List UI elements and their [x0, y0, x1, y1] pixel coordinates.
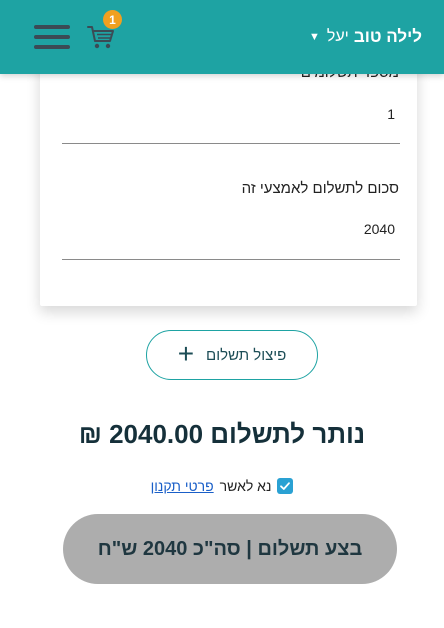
- installments-underline: [62, 143, 400, 144]
- amount-value[interactable]: 2040: [364, 221, 395, 237]
- top-app-bar: 1 לילה טוב יעל ▼: [0, 0, 444, 74]
- greeting-text: לילה טוב: [353, 27, 422, 46]
- terms-checkbox[interactable]: [277, 478, 294, 494]
- terms-agreement: נא לאשר פרטי תקנון: [0, 478, 444, 494]
- checkmark-icon: [280, 482, 291, 490]
- hamburger-icon[interactable]: [34, 25, 70, 49]
- remaining-to-pay: נותר לתשלום 2040.00 ₪: [78, 419, 366, 449]
- chevron-down-icon: ▼: [309, 31, 320, 43]
- terms-prefix: נא לאשר: [219, 478, 272, 494]
- amount-label: סכום לתשלום לאמצעי זה: [241, 180, 399, 197]
- user-name: יעל: [326, 28, 349, 45]
- header-actions: 1: [34, 10, 122, 52]
- cart-count-badge: 1: [103, 10, 122, 29]
- terms-link[interactable]: פרטי תקנון: [151, 478, 214, 494]
- user-greeting-menu[interactable]: לילה טוב יעל ▼: [309, 27, 422, 47]
- payment-method-card: מספר תשלומים 1 סכום לתשלום לאמצעי זה 204…: [40, 46, 417, 306]
- split-payment-label: פיצול תשלום: [206, 346, 287, 364]
- plus-icon: +: [177, 337, 195, 369]
- cart-button[interactable]: 1: [86, 10, 122, 52]
- split-payment-button[interactable]: פיצול תשלום +: [146, 330, 318, 380]
- pay-button[interactable]: בצע תשלום | סה"כ 2040 ש"ח: [63, 514, 397, 584]
- installments-value[interactable]: 1: [387, 106, 395, 122]
- amount-underline: [62, 259, 400, 260]
